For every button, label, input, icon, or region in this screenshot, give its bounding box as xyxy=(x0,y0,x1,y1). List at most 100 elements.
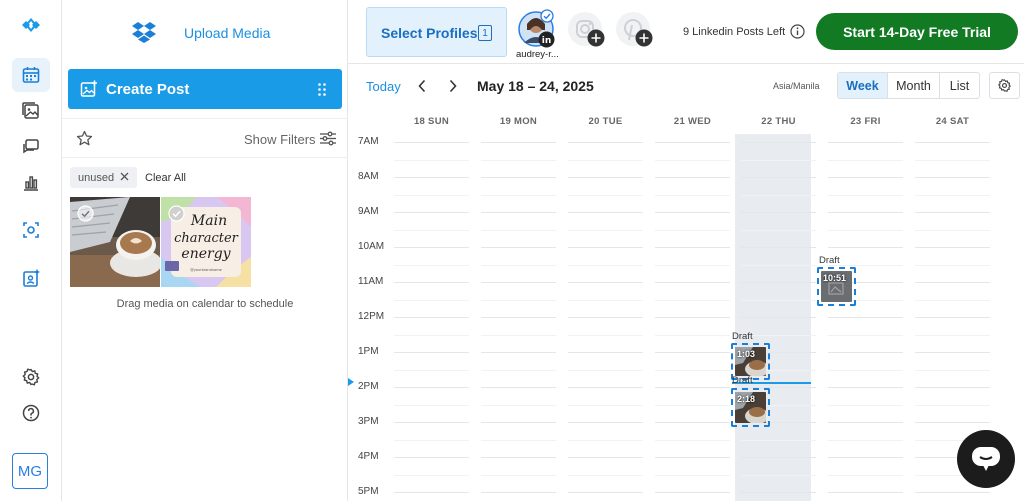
calendar-event[interactable]: 10:51 xyxy=(817,267,856,306)
gear-icon xyxy=(998,79,1011,92)
grid-line xyxy=(915,317,990,318)
grid-line xyxy=(915,194,990,196)
media-thumbnail[interactable] xyxy=(70,197,160,287)
grid-line xyxy=(481,159,556,161)
day-header[interactable]: 21 WED xyxy=(649,116,736,127)
grid-line xyxy=(394,159,469,161)
grid-line xyxy=(655,474,730,476)
grid-line xyxy=(741,439,816,441)
view-month-button[interactable]: Month xyxy=(888,73,940,98)
image-add-icon xyxy=(80,80,98,103)
grid-line xyxy=(568,212,643,213)
hour-label: 4PM xyxy=(358,451,379,462)
listening-icon[interactable] xyxy=(12,213,50,247)
grid-line xyxy=(828,159,903,161)
upload-media-button[interactable]: Upload Media xyxy=(62,0,348,64)
star-icon[interactable] xyxy=(76,130,93,152)
event-status-label: Draft xyxy=(732,375,753,386)
grid-line xyxy=(741,142,816,143)
media-thumbnail[interactable]: Main character energy @yourbrandname xyxy=(161,197,251,287)
week-grid: 18 SUN 19 MON 20 TUE 21 WED 22 THU 23 FRI 24 S… xyxy=(348,108,1024,501)
help-icon[interactable] xyxy=(12,396,50,430)
grid-line xyxy=(828,212,903,213)
start-trial-button[interactable]: Start 14-Day Free Trial xyxy=(816,13,1018,50)
chevron-left-icon[interactable] xyxy=(417,79,427,98)
grid-line xyxy=(828,352,903,353)
hour-label: 7AM xyxy=(358,136,379,147)
grid-line xyxy=(741,492,816,493)
grid-line xyxy=(741,159,816,161)
day-header[interactable]: 24 SAT xyxy=(909,116,996,127)
grid-line xyxy=(481,492,556,493)
grid-line xyxy=(568,422,643,423)
user-avatar[interactable]: MG xyxy=(12,453,48,489)
top-bar: Select Profiles 1 in audrey-r... 9 Linke… xyxy=(348,0,1024,64)
clear-all-button[interactable]: Clear All xyxy=(145,172,186,184)
grid-line xyxy=(828,142,903,143)
create-post-button[interactable]: Create Post xyxy=(68,69,342,109)
grid-line xyxy=(655,317,730,318)
view-list-button[interactable]: List xyxy=(940,73,979,98)
hour-label: 3PM xyxy=(358,416,379,427)
show-filters-button[interactable]: Show Filters xyxy=(244,132,316,147)
grid-line xyxy=(481,177,556,178)
select-check-icon[interactable] xyxy=(77,205,94,227)
grid-line xyxy=(741,282,816,283)
day-header[interactable]: 19 MON xyxy=(475,116,562,127)
grid-line xyxy=(828,439,903,441)
grid-line xyxy=(915,229,990,231)
profile-pinterest-add[interactable] xyxy=(615,11,655,51)
calendar-settings-button[interactable] xyxy=(989,72,1020,99)
grid-line xyxy=(394,317,469,318)
grid-line xyxy=(828,404,903,406)
day-header[interactable]: 23 FRI xyxy=(822,116,909,127)
grid-line xyxy=(741,457,816,458)
hour-label: 2PM xyxy=(358,381,379,392)
grid-line xyxy=(568,247,643,248)
grid-line xyxy=(655,247,730,248)
drag-hint: Drag media on calendar to schedule xyxy=(116,298,294,310)
day-header[interactable]: 18 SUN xyxy=(388,116,475,127)
drag-handle-icon[interactable] xyxy=(318,83,326,101)
close-icon[interactable] xyxy=(120,172,129,184)
profile-avatar-linkedin[interactable]: in xyxy=(518,9,555,48)
grid-line xyxy=(394,194,469,196)
analytics-icon[interactable] xyxy=(12,166,50,200)
svg-text:character: character xyxy=(174,231,239,246)
today-button[interactable]: Today xyxy=(366,79,401,94)
grid-line xyxy=(394,247,469,248)
select-check-icon[interactable] xyxy=(168,205,185,227)
messages-icon[interactable] xyxy=(12,130,50,164)
upload-media-label: Upload Media xyxy=(184,25,271,41)
check-badge-icon xyxy=(540,9,554,28)
day-header[interactable]: 20 TUE xyxy=(562,116,649,127)
grid-line xyxy=(915,387,990,388)
media-library-icon[interactable] xyxy=(12,94,50,128)
grid-line xyxy=(915,299,990,301)
grid-line xyxy=(394,177,469,178)
calendar-icon[interactable] xyxy=(12,58,50,92)
info-icon[interactable] xyxy=(790,24,805,44)
grid-line xyxy=(915,264,990,266)
grid-line xyxy=(655,404,730,406)
grid-line xyxy=(915,159,990,161)
timezone-label[interactable]: Asia/Manila xyxy=(773,81,820,91)
ai-assistant-icon[interactable] xyxy=(12,261,50,295)
grid-line xyxy=(741,474,816,476)
chat-support-button[interactable] xyxy=(957,430,1015,488)
grid-line xyxy=(655,457,730,458)
sliders-icon[interactable] xyxy=(320,131,336,151)
chevron-right-icon[interactable] xyxy=(448,79,458,98)
grid-line xyxy=(568,457,643,458)
calendar-event[interactable]: 2:18 xyxy=(731,388,770,427)
grid-line xyxy=(655,177,730,178)
logo-icon[interactable] xyxy=(12,8,50,42)
grid-line xyxy=(655,369,730,371)
select-profiles-button[interactable]: Select Profiles 1 xyxy=(366,7,507,57)
profile-instagram-add[interactable] xyxy=(567,11,607,51)
day-header[interactable]: 22 THU xyxy=(735,116,822,127)
grid-line xyxy=(741,299,816,301)
settings-icon[interactable] xyxy=(12,360,50,394)
view-week-button[interactable]: Week xyxy=(838,73,888,98)
grid-line xyxy=(655,299,730,301)
